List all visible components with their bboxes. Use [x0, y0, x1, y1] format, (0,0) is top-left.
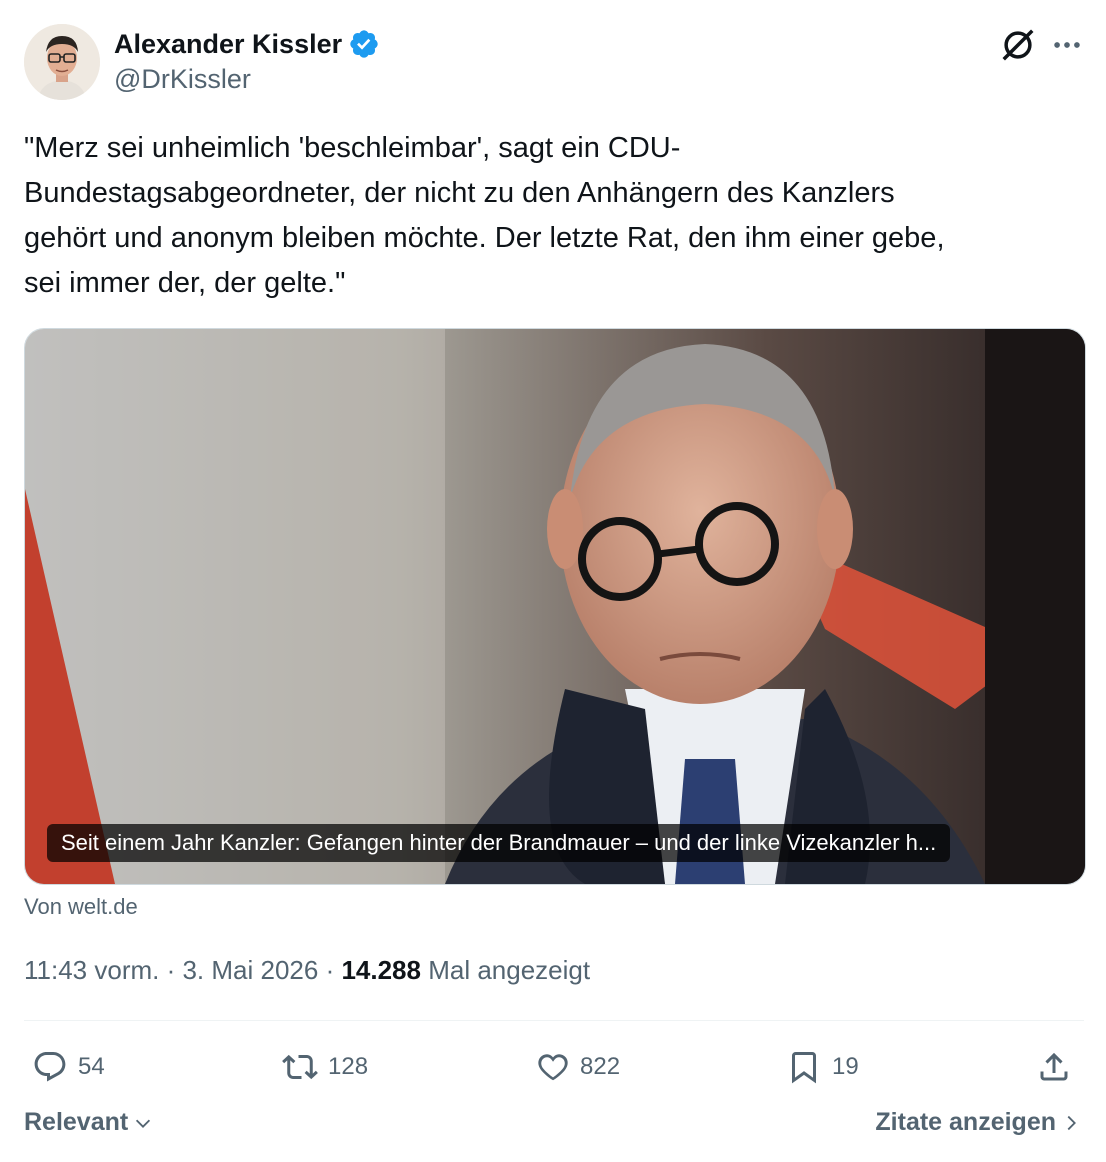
views-label: Mal angezeigt [428, 955, 591, 985]
like-button[interactable]: 822 [534, 1042, 620, 1092]
tweet-date[interactable]: 3. Mai 2026 [182, 955, 318, 985]
divider [24, 1020, 1084, 1021]
card-source[interactable]: Von welt.de [24, 894, 138, 920]
author-name[interactable]: Alexander Kissler [114, 29, 342, 60]
link-card[interactable]: Seit einem Jahr Kanzler: Gefangen hinter… [24, 328, 1086, 885]
avatar[interactable] [24, 24, 100, 100]
view-quotes-link[interactable]: Zitate anzeigen [875, 1108, 1082, 1137]
reply-button[interactable]: 54 [32, 1042, 105, 1092]
sort-label: Relevant [24, 1108, 129, 1136]
chevron-right-icon [1067, 1115, 1076, 1130]
repost-button[interactable]: 128 [282, 1042, 368, 1092]
bookmark-icon [792, 1052, 816, 1084]
tweet-time[interactable]: 11:43 vorm. [24, 955, 159, 985]
sort-dropdown[interactable]: Relevant [24, 1108, 154, 1137]
repost-count: 128 [328, 1053, 369, 1080]
author-handle[interactable]: @DrKissler [114, 64, 251, 95]
more-icon[interactable] [1050, 28, 1084, 62]
repost-icon [282, 1054, 318, 1080]
chevron-down-icon [136, 1119, 151, 1128]
article-image [25, 329, 1085, 884]
like-icon [538, 1054, 568, 1081]
card-title: Seit einem Jahr Kanzler: Gefangen hinter… [47, 824, 951, 862]
like-count: 822 [580, 1053, 621, 1080]
bookmark-count: 19 [832, 1053, 859, 1080]
share-icon [1040, 1052, 1068, 1081]
grok-icon[interactable] [999, 26, 1037, 64]
tweet-meta: 11:43 vorm. · 3. Mai 2026 · 14.288 Mal a… [24, 955, 591, 985]
tweet-header: Alexander Kissler @DrKissler [24, 24, 1084, 100]
views-count: 14.288 [341, 955, 421, 985]
share-button[interactable] [1036, 1042, 1082, 1092]
quotes-label: Zitate anzeigen [875, 1108, 1056, 1136]
reply-icon [34, 1052, 66, 1082]
verified-badge-icon [350, 30, 378, 58]
bookmark-button[interactable]: 19 [786, 1042, 859, 1092]
tweet-text: "Merz sei unheimlich 'beschleimbar', sag… [24, 132, 945, 299]
reply-count: 54 [78, 1053, 105, 1080]
action-bar: 54 128 822 19 [24, 1042, 1084, 1092]
